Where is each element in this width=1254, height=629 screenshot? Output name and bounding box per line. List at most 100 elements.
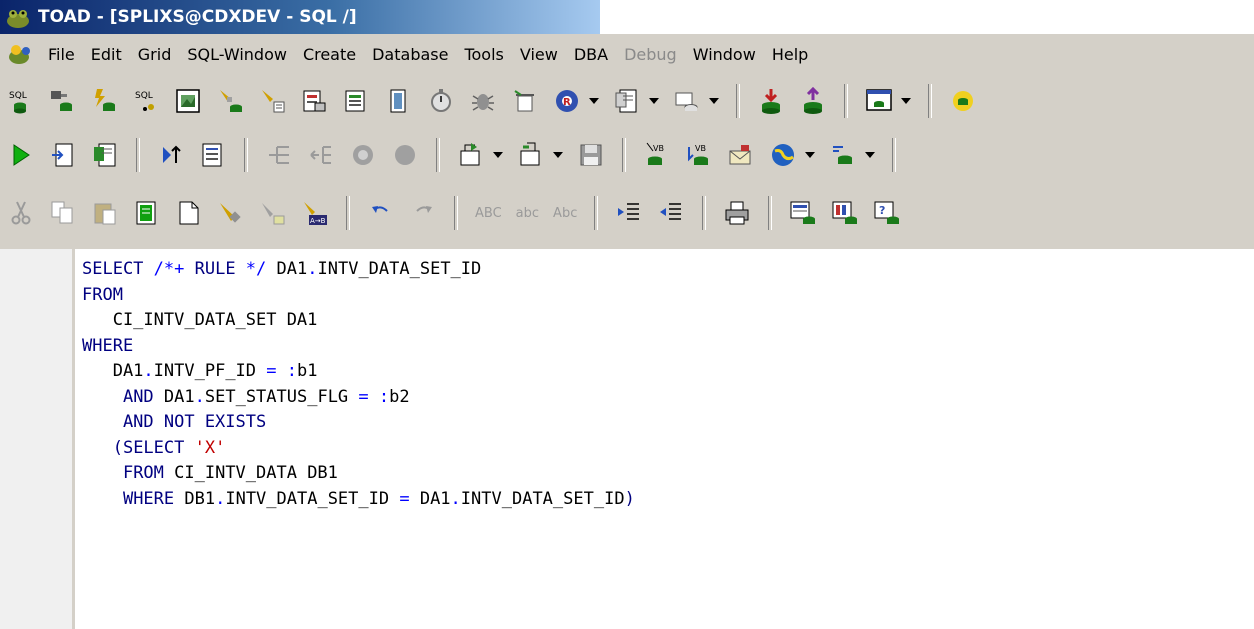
menu-dba[interactable]: DBA	[566, 45, 616, 64]
menu-tools[interactable]: Tools	[456, 45, 511, 64]
blank-page-icon	[179, 201, 199, 225]
load-file-dropdown[interactable]	[492, 140, 504, 170]
grid-output-button[interactable]	[788, 198, 818, 228]
undo-button[interactable]	[366, 198, 396, 228]
remove-watch-button[interactable]	[306, 140, 336, 170]
save-button[interactable]	[576, 140, 606, 170]
add-watch-button[interactable]	[264, 140, 294, 170]
menu-help[interactable]: Help	[764, 45, 816, 64]
script-documents-icon	[615, 89, 637, 113]
sql-editor-button[interactable]: SQL	[6, 86, 36, 116]
replace-button[interactable]: A→B	[300, 198, 330, 228]
execute-button[interactable]	[6, 140, 36, 170]
connection-dropdown[interactable]	[708, 86, 720, 116]
new-document-button[interactable]	[174, 198, 204, 228]
db-arrow-down-icon	[762, 89, 780, 114]
menu-grid[interactable]: Grid	[130, 45, 180, 64]
db-arrow-up-icon	[804, 87, 822, 114]
toad-app-icon[interactable]	[4, 3, 32, 31]
upload-button[interactable]	[798, 86, 828, 116]
menu-edit[interactable]: Edit	[83, 45, 130, 64]
report-button[interactable]	[174, 86, 204, 116]
menu-sql-window[interactable]: SQL-Window	[179, 45, 295, 64]
toolbar-separator	[736, 84, 740, 118]
db-connection-icon[interactable]	[6, 41, 36, 67]
script-dropdown[interactable]	[648, 86, 660, 116]
help-db-icon: ?	[874, 201, 900, 224]
menu-view[interactable]: View	[512, 45, 566, 64]
lowercase-button[interactable]: abc	[516, 206, 539, 221]
connection-db-icon	[675, 92, 698, 111]
toolbar-separator	[436, 138, 440, 172]
schema-browser-button[interactable]	[48, 86, 78, 116]
procedure-editor-button[interactable]	[90, 86, 120, 116]
connect-db-button[interactable]	[948, 86, 978, 116]
vb-template-button[interactable]: VB	[684, 140, 714, 170]
save-as-button[interactable]	[516, 140, 546, 170]
chevron-down-icon	[649, 98, 659, 104]
breakpoint-button[interactable]	[390, 140, 420, 170]
network-button[interactable]	[828, 140, 858, 170]
help-db-button[interactable]: ?	[872, 198, 902, 228]
paste-button[interactable]	[90, 198, 120, 228]
execute-script-button[interactable]	[48, 140, 78, 170]
uppercase-button[interactable]: ABC	[475, 206, 502, 221]
trash-button[interactable]	[510, 86, 540, 116]
copy-button[interactable]	[48, 198, 78, 228]
execute-step-button[interactable]	[90, 140, 120, 170]
tuning-button[interactable]: R	[552, 86, 582, 116]
network-dropdown[interactable]	[864, 140, 876, 170]
new-document-green-button[interactable]	[132, 198, 162, 228]
export-button[interactable]	[300, 86, 330, 116]
menu-debug[interactable]: Debug	[616, 45, 685, 64]
window-button[interactable]	[864, 86, 894, 116]
menu-window[interactable]: Window	[685, 45, 764, 64]
step-into-button[interactable]	[156, 140, 186, 170]
explain-plan-button[interactable]	[216, 86, 246, 116]
sql-text[interactable]: SELECT /*+ RULE */ DA1.INTV_DATA_SET_ID …	[82, 257, 635, 512]
indent-button[interactable]	[614, 198, 644, 228]
sql-editor[interactable]: SELECT /*+ RULE */ DA1.INTV_DATA_SET_ID …	[0, 249, 1254, 629]
window-db-icon	[866, 89, 892, 111]
bug-icon	[472, 94, 494, 111]
connection-button[interactable]	[672, 86, 702, 116]
redo-button[interactable]	[408, 198, 438, 228]
menu-file[interactable]: File	[40, 45, 83, 64]
find-button[interactable]	[216, 198, 246, 228]
outdent-button[interactable]	[656, 198, 686, 228]
find-objects-button[interactable]	[258, 86, 288, 116]
network-db-icon	[833, 146, 852, 164]
import-button[interactable]	[756, 86, 786, 116]
window-dropdown[interactable]	[900, 86, 912, 116]
toolbar-separator	[844, 84, 848, 118]
toggle-breakpoint-button[interactable]	[348, 140, 378, 170]
debugger-button[interactable]	[468, 86, 498, 116]
menu-database[interactable]: Database	[364, 45, 456, 64]
grid-columns-button[interactable]	[830, 198, 860, 228]
titlecase-button[interactable]: Abc	[553, 206, 577, 221]
data-grid-button[interactable]	[342, 86, 372, 116]
document-arrow-icon	[52, 143, 73, 167]
grid-db-icon	[790, 201, 816, 224]
schema-browser-icon	[51, 91, 72, 111]
menu-create[interactable]: Create	[295, 45, 364, 64]
mail-button[interactable]	[726, 140, 756, 170]
tuning-dropdown[interactable]	[588, 86, 600, 116]
save-as-dropdown[interactable]	[552, 140, 564, 170]
print-button[interactable]	[722, 198, 752, 228]
web-dropdown[interactable]	[804, 140, 816, 170]
cut-button[interactable]	[6, 198, 36, 228]
web-button[interactable]	[768, 140, 798, 170]
script-button[interactable]	[612, 86, 642, 116]
document-grid-icon	[345, 90, 365, 112]
report-icon	[176, 89, 200, 113]
find-next-button[interactable]	[258, 198, 288, 228]
chevron-down-icon	[901, 98, 911, 104]
memory-button[interactable]	[384, 86, 414, 116]
sql-modeler-button[interactable]: SQL	[132, 86, 162, 116]
load-file-button[interactable]	[456, 140, 486, 170]
timer-button[interactable]	[426, 86, 456, 116]
floppy-disk-icon	[580, 144, 602, 166]
describe-button[interactable]	[198, 140, 228, 170]
vb-script-button[interactable]: VB	[642, 140, 672, 170]
